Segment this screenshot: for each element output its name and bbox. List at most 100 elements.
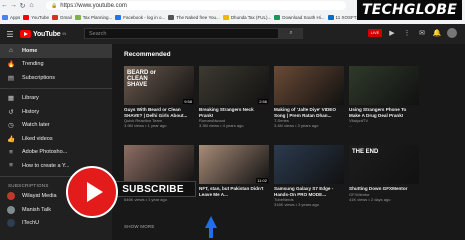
bookmark-item[interactable]: Facebook - log in o...: [115, 15, 165, 20]
sidebar-item-label: Manish Talk: [22, 206, 51, 213]
bookmark-favicon-icon: [222, 15, 229, 20]
sidebar-item-label: Wilayat Media: [22, 193, 57, 200]
video-thumbnail[interactable]: 2:56: [199, 66, 269, 105]
video-title[interactable]: Using Strangers Phone To Make A Drug Dea…: [349, 107, 419, 118]
menu-icon[interactable]: ☰: [0, 30, 20, 39]
home-browser-icon[interactable]: ⌂: [27, 2, 36, 9]
forward-icon[interactable]: →: [9, 2, 18, 9]
bookmark-label: Tax Planning...: [82, 15, 113, 20]
sidebar-item-history[interactable]: ↺ History: [0, 105, 112, 119]
url-text: https://www.youtube.com: [60, 2, 127, 9]
bookmark-item[interactable]: Download South Hi...: [274, 15, 325, 20]
video-meta: 646K views • 1 year ago: [124, 196, 167, 202]
bookmark-item[interactable]: The Naked free You...: [168, 15, 220, 20]
bookmark-label: YouTube: [31, 15, 49, 20]
thumbnail-text: BEARD or CLEAN SHAVE: [127, 70, 157, 88]
search-button[interactable]: ⌕: [279, 28, 303, 39]
sidebar-item-label: Liked videos: [22, 135, 53, 142]
chat-icon[interactable]: ✉: [417, 29, 427, 37]
show-more-button[interactable]: SHOW MORE: [124, 224, 155, 229]
video-card[interactable]: THE END Shutting Down GFXMentor GFXMentor 4…: [349, 145, 419, 202]
sidebar-item-label: ITechU: [22, 220, 40, 227]
search-input[interactable]: Search: [84, 28, 279, 39]
video-card[interactable]: BEARD or CLEAN SHAVE 9:58 Guys With Beard …: [124, 66, 194, 128]
sidebar-item-home[interactable]: ⌂ Home: [0, 44, 112, 58]
home-icon: ⌂: [9, 47, 13, 55]
bookmark-favicon-icon: [23, 15, 30, 20]
bookmark-item[interactable]: Gmail: [51, 15, 72, 20]
url-field[interactable]: 🔒 https://www.youtube.com: [46, 1, 346, 10]
video-card[interactable]: Making of 'Jalte Diye' VIDEO Song | Prem…: [274, 66, 344, 128]
video-duration: 2:56: [258, 99, 268, 104]
sidebar-item-subscriptions[interactable]: ▤ Subscriptions: [0, 71, 112, 85]
bookmark-label: The Naked free You...: [176, 15, 220, 20]
channel-avatar: [7, 192, 15, 201]
video-thumbnail[interactable]: [349, 66, 419, 105]
youtube-header: ☰ YouTube IN Search ⌕ LIVE ▶ ⋮ ✉ 🔔: [0, 24, 465, 44]
sidebar-item-label: Subscriptions: [22, 74, 56, 81]
thumbnail-text: THE END: [352, 149, 379, 155]
bookmark-favicon-icon: [2, 15, 8, 20]
subscribe-banner[interactable]: SUBSCRIBE: [110, 181, 196, 197]
history-icon: ↺: [8, 108, 14, 116]
search-icon: ⌕: [289, 30, 293, 36]
sidebar-item-trending[interactable]: 🔥 Trending: [0, 58, 112, 72]
video-meta: 3.9M views • 1 year ago: [124, 123, 167, 129]
video-meta: 3.4M views • 3 years ago: [274, 123, 319, 129]
how-to-create-icon: ≡: [9, 162, 13, 170]
bookmark-item[interactable]: Tax Planning...: [74, 15, 113, 20]
reload-icon[interactable]: ↻: [18, 2, 27, 10]
channel-avatar: [7, 205, 15, 214]
channel-avatar: [7, 219, 15, 228]
youtube-logo[interactable]: YouTube IN: [20, 30, 66, 38]
bookmark-item[interactable]: Dhunda Tax (FUL)...: [222, 15, 271, 20]
video-thumbnail[interactable]: [274, 145, 344, 184]
video-thumbnail[interactable]: [274, 66, 344, 105]
video-meta: ...: [349, 123, 353, 129]
video-title[interactable]: Breaking Strangers Neck Prank!: [199, 107, 269, 118]
apps-grid-icon[interactable]: ⋮: [402, 29, 412, 37]
bookmark-label: Apps: [10, 15, 21, 20]
video-thumbnail[interactable]: THE END: [349, 145, 419, 184]
pointer-arrow-stem: [209, 226, 213, 238]
video-camera-icon[interactable]: ▶: [387, 29, 397, 37]
video-card[interactable]: Samsung Galaxy S7 Edge - Hands-On PRO MO…: [274, 145, 344, 207]
back-icon[interactable]: ←: [0, 2, 9, 9]
video-meta: 3.3M views • 4 years ago: [199, 123, 244, 129]
adobe-photoshop-icon: ≡: [9, 148, 13, 156]
search-placeholder: Search: [89, 30, 107, 37]
video-title[interactable]: Samsung Galaxy S7 Edge - Hands-On PRO MO…: [274, 186, 344, 197]
sidebar-item-library[interactable]: ▦ Library: [0, 92, 112, 106]
video-card[interactable]: Using Strangers Phone To Make A Drug Dea…: [349, 66, 419, 128]
video-title[interactable]: Making of 'Jalte Diye' VIDEO Song | Prem…: [274, 107, 344, 118]
subscribe-logo: [66, 166, 118, 218]
section-heading: Recommended: [124, 51, 171, 58]
avatar[interactable]: [447, 28, 457, 38]
video-duration: 9:58: [183, 99, 193, 104]
video-card[interactable]: 2:56 Breaking Strangers Neck Prank! RomanA…: [199, 66, 269, 128]
sidebar-item-watch-later[interactable]: ◷ Watch later: [0, 119, 112, 133]
video-thumbnail[interactable]: BEARD or CLEAN SHAVE 9:58: [124, 66, 194, 105]
bookmark-favicon-icon: [115, 15, 122, 20]
bookmark-favicon-icon: [74, 15, 81, 20]
bookmark-label: Facebook - log in o...: [123, 15, 166, 20]
video-title[interactable]: Guys With Beard or Clean SHAVE? | Delhi …: [124, 107, 194, 118]
bookmark-item[interactable]: Apps: [2, 15, 20, 20]
sidebar-divider: [0, 87, 112, 89]
video-meta: 316K views • 3 years ago: [274, 202, 319, 208]
live-badge[interactable]: LIVE: [368, 29, 382, 37]
trending-icon: 🔥: [6, 61, 16, 69]
sidebar-item-liked-videos[interactable]: 👍 Liked videos: [0, 132, 112, 146]
video-thumbnail[interactable]: [124, 145, 194, 184]
sidebar-item-label: Adobe Photosho...: [22, 149, 68, 156]
sidebar-item-adobe-photoshop[interactable]: ≡ Adobe Photosho...: [0, 146, 112, 160]
video-thumbnail[interactable]: 11:02: [199, 145, 269, 184]
sidebar-item-subscription[interactable]: ITechU: [0, 217, 112, 231]
bookmark-favicon-icon: [274, 15, 281, 20]
video-card[interactable]: 11:02 NFT, stan, but Pakistan Didn't Leav…: [199, 145, 269, 197]
bell-icon[interactable]: 🔔: [432, 29, 442, 37]
video-title[interactable]: NFT, stan, but Pakistan Didn't Leave Me …: [199, 186, 269, 197]
bookmark-label: Download South Hi...: [282, 15, 325, 20]
youtube-play-icon: [20, 30, 31, 38]
bookmark-item[interactable]: YouTube: [23, 15, 49, 20]
